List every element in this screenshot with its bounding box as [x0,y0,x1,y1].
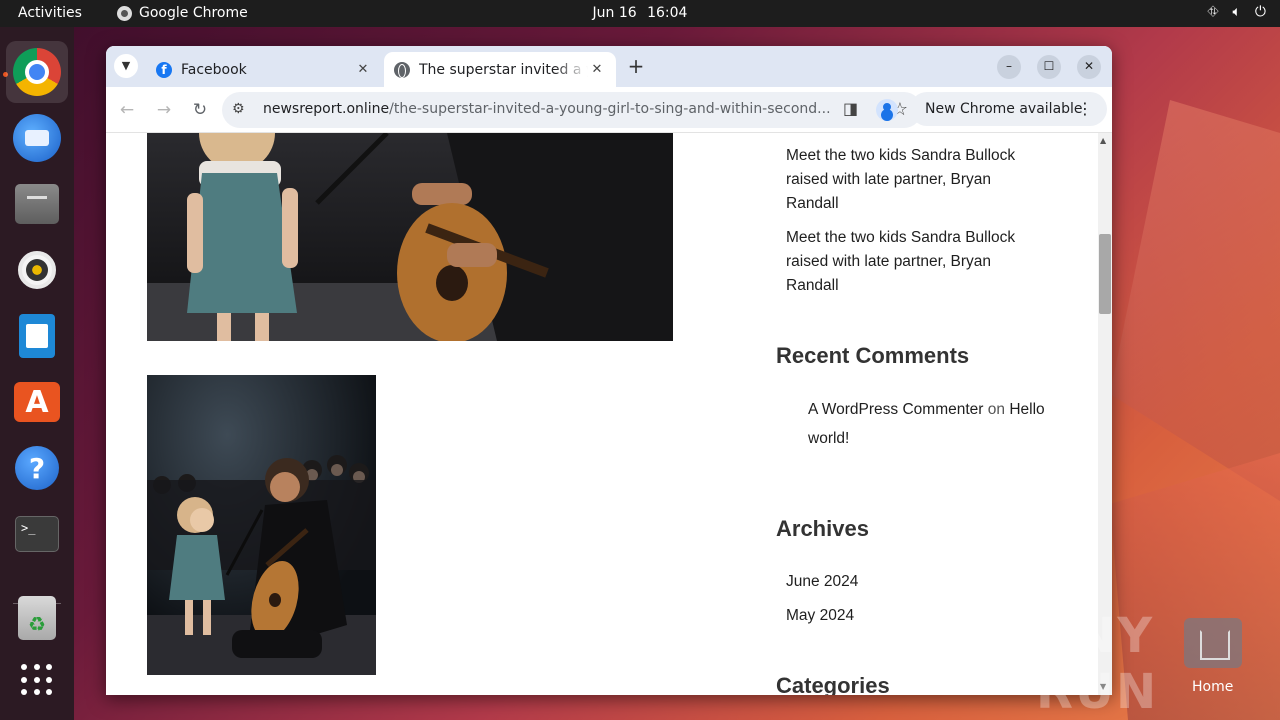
comment-on-text: on [987,401,1005,418]
dock-terminal[interactable]: >_ [12,509,62,559]
facebook-icon: f [156,61,172,78]
anyrun-watermark: ANY RUN [1036,608,1159,720]
recent-post-link[interactable]: Meet the two kids Sandra Bullock raised … [786,226,1046,298]
close-window-button[interactable]: ✕ [1077,55,1101,79]
close-icon[interactable]: ✕ [354,62,372,77]
tab-search-button[interactable]: ▼ [114,54,138,78]
time: 16:04 [647,5,688,21]
forward-button[interactable]: → [152,98,176,122]
page-content: Meet the two kids Sandra Bullock raised … [106,133,1098,695]
chrome-window: ▼ f Facebook ✕ The superstar invited a y… [106,46,1112,695]
comment-author-link[interactable]: A WordPress Commenter [808,401,983,418]
url-text[interactable]: newsreport.online/the-superstar-invited-… [263,101,843,117]
recent-comments-heading: Recent Comments [776,343,970,368]
volume-icon: 🔈︎ [1232,4,1241,20]
wallpaper-shard [1110,100,1280,520]
browser-toolbar: ← → ↻ ⚙︎ newsreport.online/the-superstar… [106,87,1112,133]
power-icon: ⏻ [1254,4,1266,20]
reload-button[interactable]: ↻ [188,98,212,122]
help-icon: ? [15,446,59,490]
dock-rhythmbox[interactable] [12,245,62,295]
terminal-icon: >_ [15,516,59,552]
archive-link[interactable]: June 2024 [786,573,858,591]
url-path: /the-superstar-invited-a-young-girl-to-s… [389,101,831,117]
tab-title: The superstar invited a young girl to si… [419,61,588,78]
show-apps-button[interactable] [12,655,62,705]
home-folder-label: Home [1192,679,1234,695]
system-tray[interactable]: ⛗ 🔈︎ ⏻ [1207,4,1266,20]
new-chrome-available-button[interactable]: New Chrome available ⋮ [910,92,1107,126]
dock-thunderbird[interactable] [12,113,62,163]
top-bar: Activities Google Chrome Jun 16 16:04 ⛗ … [0,0,1280,27]
site-info-icon[interactable]: ⚙︎ [232,101,245,117]
dock-help[interactable]: ? [12,443,62,493]
trash-icon: ♻ [18,596,56,640]
url-domain: newsreport.online [263,101,390,117]
maximize-button[interactable]: ☐ [1037,55,1061,79]
network-icon: ⛗ [1207,4,1219,20]
writer-icon [19,314,55,358]
archive-link[interactable]: May 2024 [786,607,854,625]
app-grid-icon [21,664,53,696]
article-image [147,133,673,341]
address-bar[interactable]: ⚙︎ newsreport.online/the-superstar-invit… [222,92,922,128]
update-label: New Chrome available [925,101,1083,117]
tab-strip: ▼ f Facebook ✕ The superstar invited a y… [106,46,1112,87]
software-store-icon: A [14,382,60,422]
side-panel-icon[interactable]: ◨ [843,99,858,118]
menu-dots-icon[interactable]: ⋮ [1077,99,1093,118]
dock-files[interactable] [12,179,62,229]
profile-avatar[interactable] [876,99,898,121]
rhythmbox-icon [18,251,56,289]
back-button[interactable]: ← [115,98,139,122]
archives-heading: Archives [776,516,869,541]
minimize-button[interactable]: – [997,55,1021,79]
home-folder-icon[interactable] [1184,618,1242,668]
files-icon [15,184,59,224]
categories-heading: Categories [776,673,890,695]
new-tab-button[interactable]: + [624,55,648,79]
thunderbird-icon [13,114,61,162]
dock-chrome[interactable] [6,41,68,103]
scrollbar-thumb[interactable] [1099,234,1111,314]
scroll-up-arrow-icon[interactable]: ▲ [1100,136,1106,145]
dock: A ? >_ ♻ [0,27,74,720]
tab-facebook[interactable]: f Facebook ✕ [146,52,382,87]
globe-icon [394,61,410,78]
date: Jun 16 [592,5,637,21]
recent-comment: A WordPress Commenter on Hello world! [808,395,1068,453]
chrome-icon [13,48,61,96]
recent-post-link[interactable]: Meet the two kids Sandra Bullock raised … [786,144,1046,216]
dock-trash[interactable]: ♻ [12,593,62,643]
dock-software[interactable]: A [12,377,62,427]
dock-writer[interactable] [12,311,62,361]
clock[interactable]: Jun 16 16:04 [0,5,1280,21]
tab-article[interactable]: The superstar invited a young girl to si… [384,52,616,87]
tab-title: Facebook [181,61,247,78]
close-icon[interactable]: ✕ [588,62,606,77]
article-image [147,375,376,675]
